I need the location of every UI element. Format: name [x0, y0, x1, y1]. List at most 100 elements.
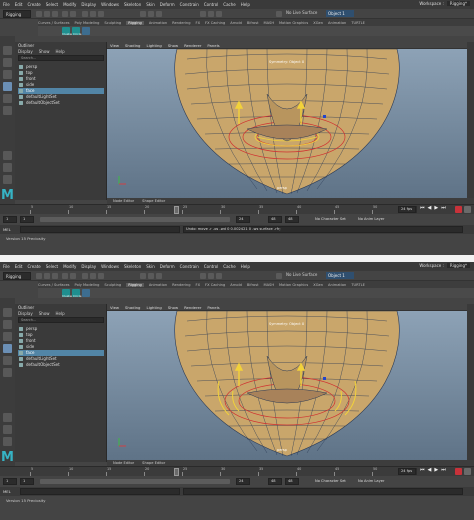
render-settings-icon[interactable] — [216, 11, 222, 17]
shelf-tab[interactable]: FX Caching — [205, 283, 225, 287]
snap-curve-icon[interactable] — [148, 11, 154, 17]
workspace-dropdown[interactable]: Rigging* — [446, 263, 470, 268]
redo-icon[interactable] — [70, 11, 76, 17]
select-object-icon[interactable] — [90, 11, 96, 17]
open-scene-icon[interactable] — [44, 11, 50, 17]
scale-tool-icon[interactable] — [3, 368, 12, 377]
panel-menu-shading[interactable]: Shading — [125, 305, 140, 310]
panel-menu-view[interactable]: View — [110, 305, 119, 310]
shelf-tab[interactable]: Animation — [149, 283, 167, 287]
rotate-tool-icon[interactable] — [3, 94, 12, 103]
render-settings-icon[interactable] — [216, 273, 222, 279]
menu-skeleton[interactable]: Skeleton — [124, 264, 141, 269]
magnet-icon[interactable] — [276, 11, 282, 17]
anim-layer-label[interactable]: No Anim Layer — [358, 216, 384, 223]
select-object-icon[interactable] — [90, 273, 96, 279]
playback-end-field[interactable]: 24 — [236, 478, 250, 485]
menu-help[interactable]: Help — [241, 264, 250, 269]
step-back-icon[interactable]: ⏮ — [420, 467, 425, 474]
shelf-tab[interactable]: Sculpting — [104, 21, 121, 25]
shelf-tab[interactable]: FX Caching — [205, 21, 225, 25]
auto-key-icon[interactable] — [455, 206, 462, 213]
menu-display[interactable]: Display — [81, 264, 96, 269]
outliner-search-input[interactable]: Search... — [18, 317, 104, 323]
prefs-icon[interactable] — [464, 468, 471, 475]
step-forward-icon[interactable]: ⏭ — [441, 205, 446, 212]
select-tool-icon[interactable] — [3, 46, 12, 55]
panel-menu-show[interactable]: Show — [168, 43, 178, 48]
command-input[interactable] — [20, 226, 180, 233]
outliner-item[interactable]: persp — [18, 64, 104, 70]
anim-end-field[interactable]: 48 — [285, 216, 299, 223]
mode-dropdown[interactable]: Rigging — [3, 10, 31, 18]
playback-start-field[interactable]: 1 — [20, 216, 34, 223]
open-scene-icon[interactable] — [44, 273, 50, 279]
shelf-tab[interactable]: MASH — [263, 21, 274, 25]
select-component-icon[interactable] — [98, 11, 104, 17]
play-back-icon[interactable]: ◀ — [428, 205, 432, 212]
tab-shape-editor[interactable]: Shape Editor — [142, 199, 165, 203]
shelf-tab[interactable]: Motion Graphics — [279, 283, 308, 287]
outliner-item[interactable]: defaultLightSet — [18, 356, 104, 362]
menu-cache[interactable]: Cache — [223, 264, 235, 269]
menu-create[interactable]: Create — [27, 264, 40, 269]
shelf-tab[interactable]: Poly Modeling — [75, 21, 100, 25]
shelf-tab[interactable]: Rendering — [172, 21, 190, 25]
tab-node-editor[interactable]: Node Editor — [113, 461, 134, 465]
play-forward-icon[interactable]: ▶ — [434, 205, 438, 212]
menu-deform[interactable]: Deform — [160, 2, 175, 7]
outliner-item[interactable]: top — [18, 332, 104, 338]
object-field[interactable]: Object 1 — [326, 10, 354, 17]
menu-deform[interactable]: Deform — [160, 264, 175, 269]
menu-edit[interactable]: Edit — [15, 2, 23, 7]
layout-four-icon[interactable] — [3, 425, 12, 434]
anim-layer-label[interactable]: No Anim Layer — [358, 478, 384, 485]
current-frame-marker[interactable] — [174, 468, 179, 476]
mel-label[interactable]: MEL — [3, 489, 11, 494]
outliner-item[interactable]: front — [18, 338, 104, 344]
menu-skin[interactable]: Skin — [146, 264, 155, 269]
scale-tool-icon[interactable] — [3, 106, 12, 115]
outliner-item[interactable]: persp — [18, 326, 104, 332]
paint-select-tool-icon[interactable] — [3, 332, 12, 341]
ipr-render-icon[interactable] — [208, 11, 214, 17]
outliner-menu-help[interactable]: Help — [56, 311, 65, 316]
shelf-tab[interactable]: Bifrost — [247, 21, 259, 25]
menu-file[interactable]: File — [3, 2, 10, 7]
viewport-3d[interactable]: Symmetry: Object X persp — [107, 49, 467, 198]
outliner-menu-show[interactable]: Show — [39, 311, 50, 316]
outliner-item[interactable]: top — [18, 70, 104, 76]
panel-menu-view[interactable]: View — [110, 43, 119, 48]
anim-end-field[interactable]: 48 — [285, 478, 299, 485]
render-icon[interactable] — [200, 273, 206, 279]
lasso-tool-icon[interactable] — [3, 58, 12, 67]
shelf-tab[interactable]: Bifrost — [247, 283, 259, 287]
menu-constrain[interactable]: Constrain — [180, 264, 199, 269]
undo-icon[interactable] — [62, 273, 68, 279]
tab-shape-editor[interactable]: Shape Editor — [142, 461, 165, 465]
end-frame-field[interactable]: 48 — [268, 478, 282, 485]
mode-dropdown[interactable]: Rigging — [3, 272, 31, 280]
wire-icon[interactable] — [82, 289, 90, 297]
lasso-tool-icon[interactable] — [3, 320, 12, 329]
redo-icon[interactable] — [70, 273, 76, 279]
prefs-icon[interactable] — [464, 206, 471, 213]
new-scene-icon[interactable] — [36, 273, 42, 279]
outliner-item[interactable]: defaultLightSet — [18, 94, 104, 100]
magnet-icon[interactable] — [276, 273, 282, 279]
play-forward-icon[interactable]: ▶ — [434, 467, 438, 474]
layout-outliner-icon[interactable] — [3, 175, 12, 184]
menu-edit[interactable]: Edit — [15, 264, 23, 269]
shelf-tab[interactable]: TURTLE — [351, 283, 365, 287]
snap-curve-icon[interactable] — [148, 273, 154, 279]
character-set-label[interactable]: No Character Set — [315, 478, 346, 485]
outliner-item-selected[interactable]: face — [18, 88, 104, 94]
outliner-item[interactable]: defaultObjectSet — [18, 100, 104, 106]
command-input[interactable] — [20, 488, 180, 495]
shelf-tab[interactable]: TURTLE — [351, 21, 365, 25]
move-tool-icon[interactable] — [3, 344, 12, 353]
snap-point-icon[interactable] — [156, 273, 162, 279]
shelf-tab[interactable]: Curves / Surfaces — [38, 283, 70, 287]
shelf-tab[interactable]: Motion Graphics — [279, 21, 308, 25]
panel-menu-lighting[interactable]: Lighting — [146, 305, 161, 310]
